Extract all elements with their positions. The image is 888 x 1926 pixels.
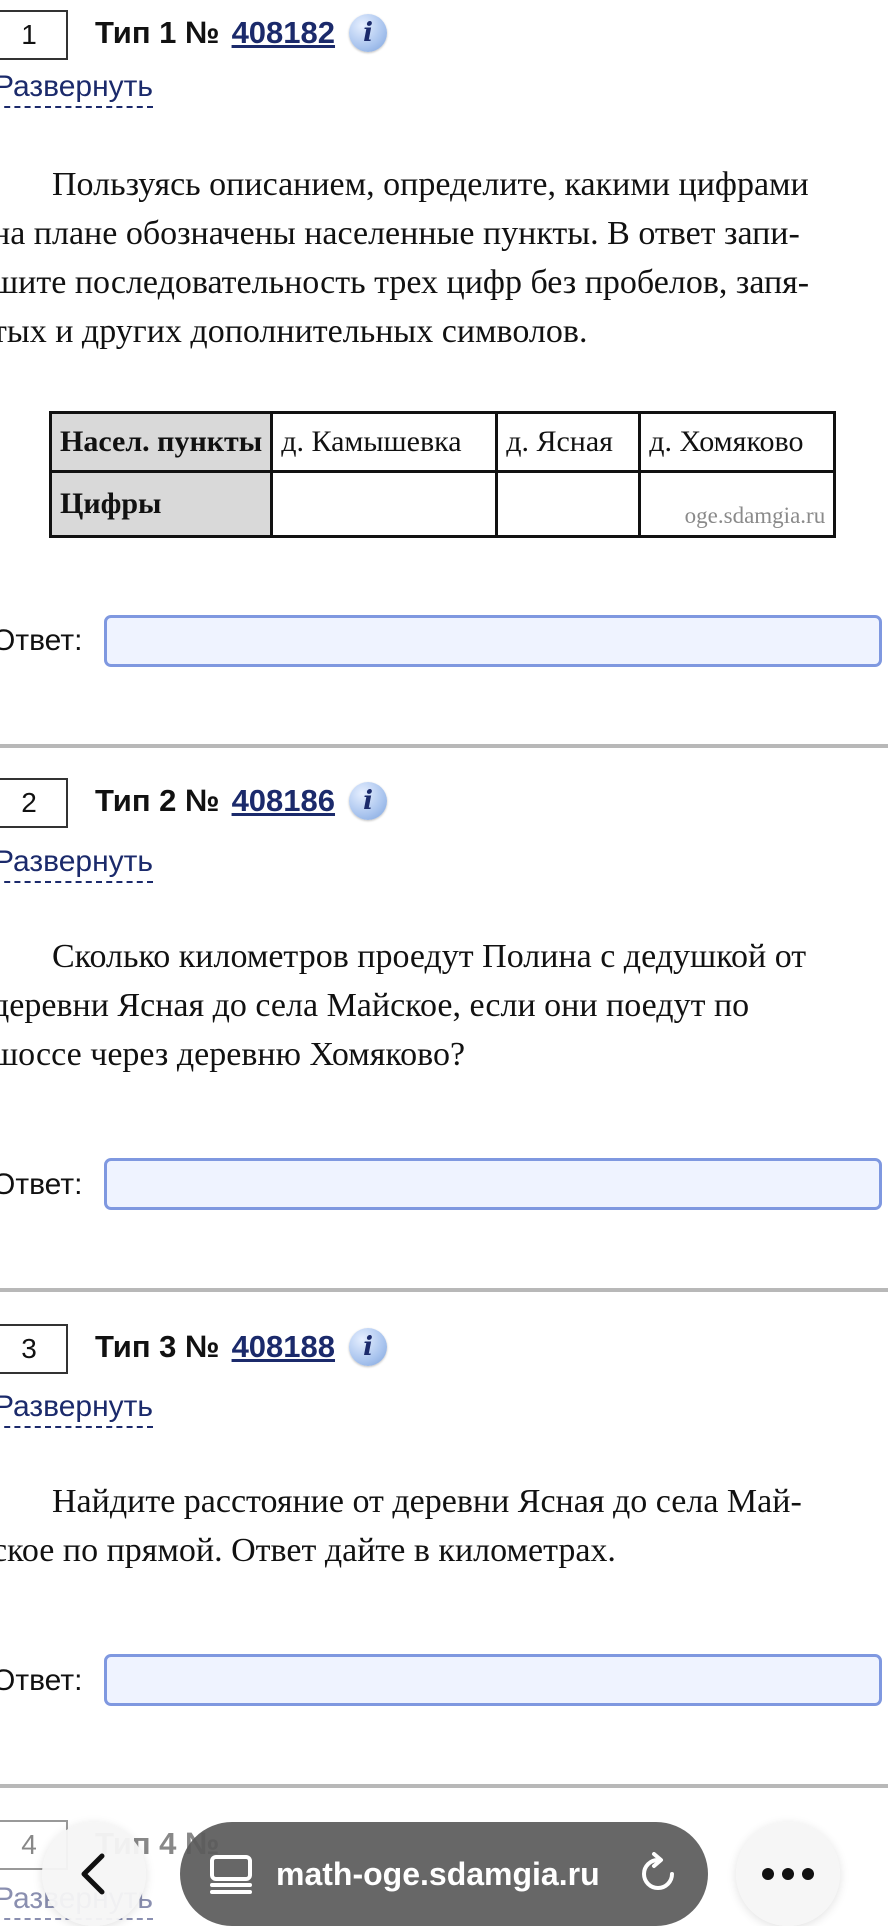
expand-link[interactable]: Развернуть: [0, 70, 154, 108]
task-text-line: деревни Ясная до села Майское, если они …: [0, 987, 750, 1024]
table-row: Цифры oge.sdamgia.ru: [48, 470, 837, 538]
task-text: Сколько километров проедут Полина с деду…: [0, 932, 880, 1079]
more-button[interactable]: [736, 1822, 840, 1926]
task-separator: [0, 1784, 888, 1788]
table-cell: д. Хомяково: [638, 411, 837, 473]
url-text: math-oge.sdamgia.ru: [276, 1855, 600, 1892]
task-text: Найдите расстояние от деревни Ясная до с…: [0, 1477, 880, 1575]
info-icon[interactable]: i: [349, 1328, 388, 1366]
task-type-line: Тип 2 № 408186 i: [95, 782, 388, 820]
expand-link[interactable]: Развернуть: [0, 845, 154, 883]
task-type-line: Тип 1 № 408182 i: [95, 14, 388, 52]
task-text-line: Сколько километров проедут Полина с деду…: [52, 938, 807, 975]
tabs-icon[interactable]: [208, 1854, 254, 1894]
towns-table: Насел. пункты д. Камышевка д. Ясная д. Х…: [48, 411, 837, 538]
task-number: 2: [0, 778, 68, 828]
task-text-line: тых и других дополнительных символов.: [0, 313, 588, 350]
expand-link[interactable]: Развернуть: [0, 1390, 154, 1428]
task-text-line: шите последовательность трех цифр без пр…: [0, 264, 810, 301]
answer-label: Ответ:: [0, 624, 83, 657]
task-text-line: Найдите расстояние от деревни Ясная до с…: [52, 1483, 802, 1520]
task-id-link[interactable]: 408188: [232, 1329, 335, 1365]
task-text-line: Пользуясь описанием, определите, какими …: [52, 166, 809, 203]
answer-input[interactable]: [104, 615, 882, 667]
task-text-line: на плане обозначены населенные пункты. В…: [0, 215, 800, 252]
table-cell: [270, 470, 499, 538]
table-cell: [495, 470, 642, 538]
info-icon[interactable]: i: [349, 782, 388, 820]
task-number: 3: [0, 1324, 68, 1374]
task-type-line: Тип 3 № 408188 i: [95, 1328, 388, 1366]
table-row: Насел. пункты д. Камышевка д. Ясная д. Х…: [48, 411, 837, 473]
reload-icon[interactable]: [636, 1852, 680, 1896]
answer-label: Ответ:: [0, 1664, 83, 1697]
browser-toolbar: math-oge.sdamgia.ru: [0, 1800, 888, 1926]
task-number: 1: [0, 10, 68, 60]
address-bar[interactable]: math-oge.sdamgia.ru: [180, 1822, 708, 1926]
watermark: oge.sdamgia.ru: [638, 470, 837, 538]
task-text-line: шоссе через деревню Хомяково?: [0, 1036, 466, 1073]
table-header-cell: Цифры: [48, 470, 274, 538]
task-separator: [0, 744, 888, 748]
answer-input[interactable]: [104, 1158, 882, 1210]
task-id-link[interactable]: 408186: [232, 783, 335, 819]
task-type-label: Тип 2 №: [95, 783, 220, 818]
table-cell: д. Камышевка: [270, 411, 499, 473]
back-button[interactable]: [42, 1822, 146, 1926]
table-cell: д. Ясная: [495, 411, 642, 473]
answer-label: Ответ:: [0, 1168, 83, 1201]
chevron-left-icon: [81, 1853, 105, 1895]
task-separator: [0, 1288, 888, 1292]
info-icon[interactable]: i: [349, 14, 388, 52]
table-header-cell: Насел. пункты: [48, 411, 274, 473]
more-icon: [762, 1868, 814, 1880]
task-text: Пользуясь описанием, определите, какими …: [0, 160, 880, 356]
task-id-link[interactable]: 408182: [232, 15, 335, 51]
task-type-label: Тип 3 №: [95, 1329, 220, 1364]
answer-input[interactable]: [104, 1654, 882, 1706]
task-type-label: Тип 1 №: [95, 15, 220, 50]
task-text-line: ское по прямой. Ответ дайте в километрах…: [0, 1532, 616, 1569]
